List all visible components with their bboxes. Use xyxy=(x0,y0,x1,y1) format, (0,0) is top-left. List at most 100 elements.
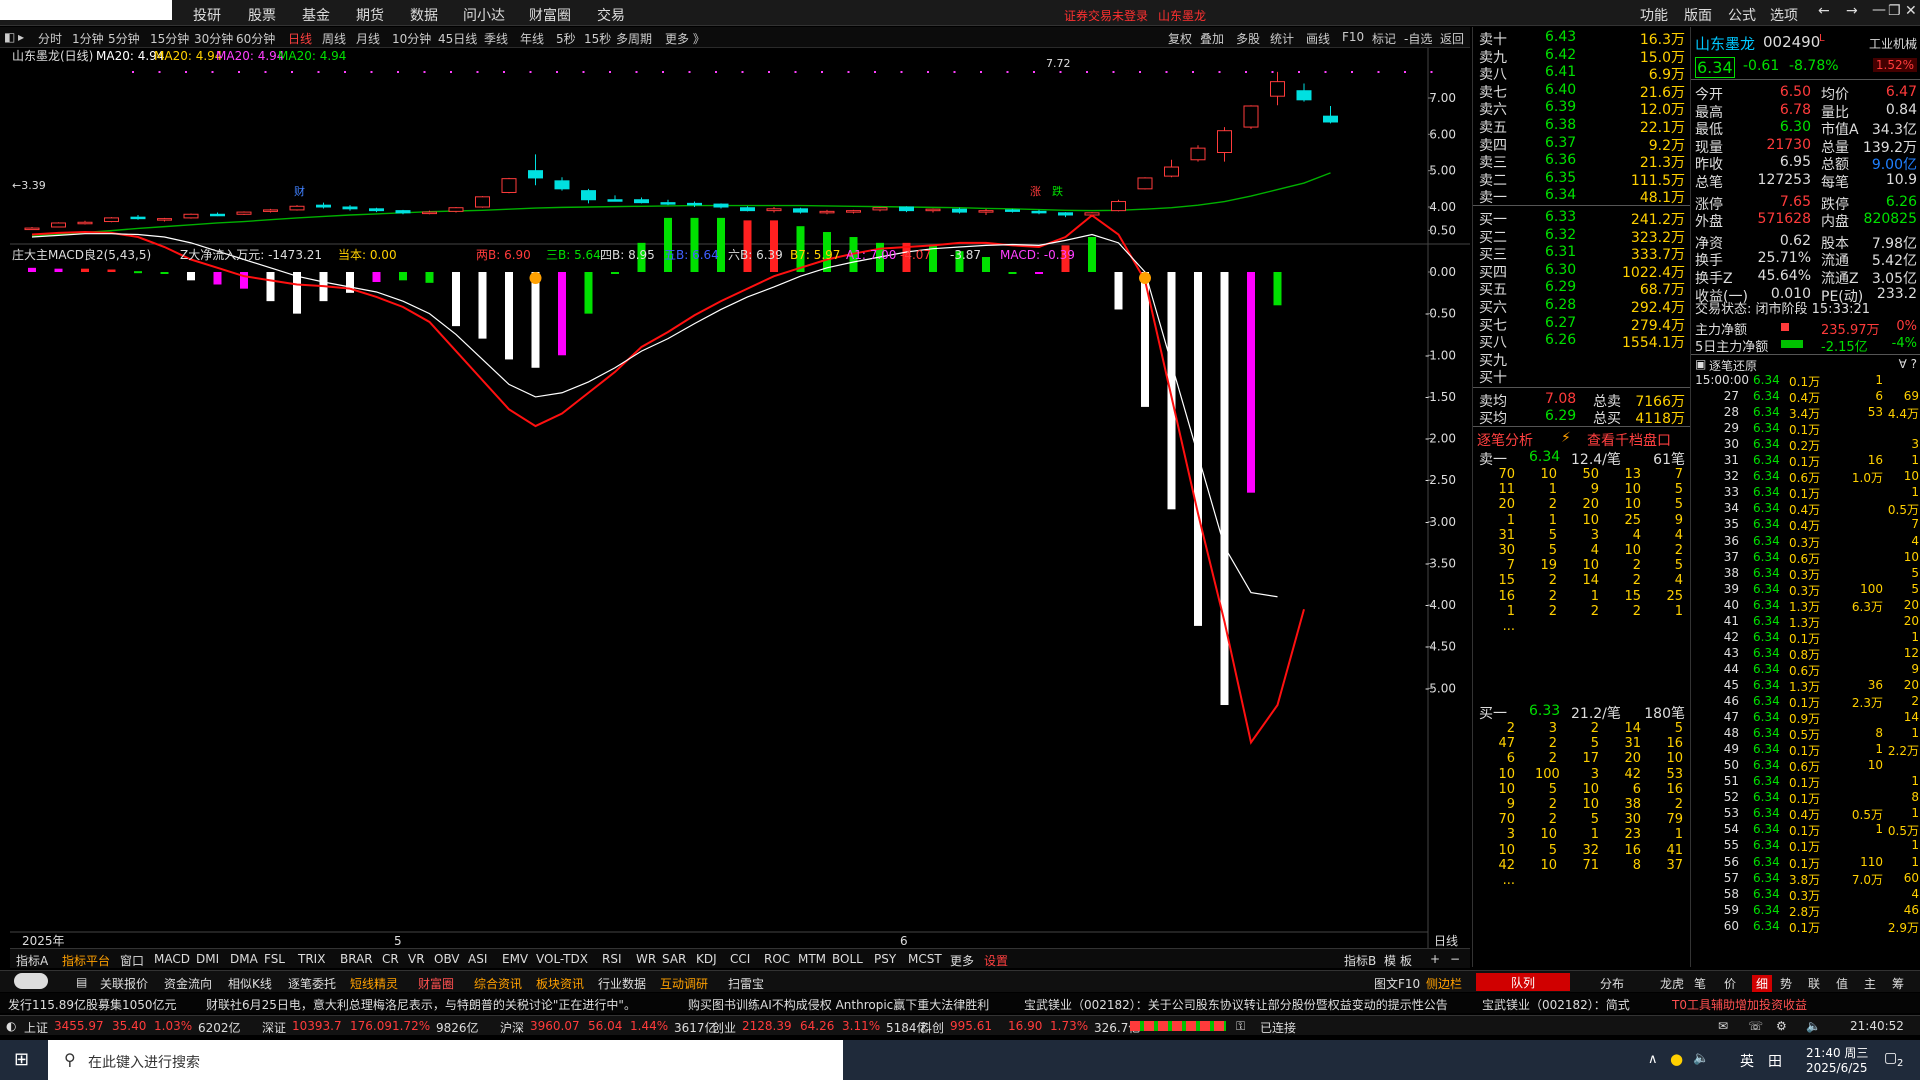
indicator-tab[interactable]: WR xyxy=(636,952,656,966)
chart-tool-button[interactable]: 返回 xyxy=(1440,30,1464,47)
tick-analysis-link[interactable]: 逐笔分析 xyxy=(1477,430,1533,450)
indicator-tab[interactable]: MCST xyxy=(908,952,942,966)
indicator-tab[interactable]: DMI xyxy=(196,952,219,966)
news-item[interactable]: 发行115.89亿股募集1050亿元 xyxy=(8,996,177,1013)
ask-level[interactable]: 卖八 6.41 6.9万 xyxy=(1473,64,1691,83)
indicator-right-control[interactable]: 板 xyxy=(1400,952,1412,969)
indicator-tab[interactable]: 指标平台 xyxy=(62,952,110,969)
menu-function[interactable]: 功能 xyxy=(1640,5,1668,25)
sidebar-button[interactable]: 侧边栏 xyxy=(1426,975,1462,992)
menu-wealth[interactable]: 财富圈 xyxy=(529,5,571,25)
bid-level[interactable]: 买九 xyxy=(1473,350,1691,369)
news-item[interactable]: 宝武镁业（002182）：简式 xyxy=(1482,996,1630,1013)
period-tab[interactable]: 日线 xyxy=(288,30,312,47)
tray-chevron-icon[interactable]: ∧ xyxy=(1648,1052,1658,1067)
panel-tab-dragon[interactable]: 龙虎 xyxy=(1660,975,1684,992)
ask-level[interactable]: 卖十 6.43 16.3万 xyxy=(1473,29,1691,48)
menu-options[interactable]: 选项 xyxy=(1770,5,1798,25)
detail-tab[interactable]: 值 xyxy=(1836,975,1848,992)
indicator-tab[interactable]: CCI xyxy=(730,952,750,966)
period-tab[interactable]: 周线 xyxy=(322,30,346,47)
bottom-tab[interactable]: 扫雷宝 xyxy=(728,975,764,992)
period-tab[interactable]: 30分钟 xyxy=(194,30,233,47)
collapse-icon[interactable]: ▸ xyxy=(18,30,24,44)
indicator-tab[interactable]: RSI xyxy=(602,952,622,966)
menu-layout[interactable]: 版面 xyxy=(1684,5,1712,25)
news-item[interactable]: 宝武镁业（002182）：关于公司股东协议转让部分股份暨权益变动的提示性公告 xyxy=(1024,996,1448,1013)
bid-level[interactable]: 买八 6.26 1554.1万 xyxy=(1473,332,1691,351)
menu-futures[interactable]: 期货 xyxy=(356,5,384,25)
sector-label[interactable]: 工业机械 xyxy=(1869,35,1917,52)
period-tab[interactable]: 多周期 xyxy=(616,30,652,47)
bid-level[interactable]: 买三 6.31 333.7万 xyxy=(1473,244,1691,263)
ask-level[interactable]: 卖四 6.37 9.2万 xyxy=(1473,135,1691,154)
indicator-tab[interactable]: CR xyxy=(382,952,399,966)
detail-tab[interactable]: 主 xyxy=(1864,975,1876,992)
menu-stocks[interactable]: 股票 xyxy=(248,5,276,25)
indicator-tab[interactable]: FSL xyxy=(264,952,285,966)
bottom-tab[interactable]: 综合资讯 xyxy=(474,975,522,992)
indicator-tab[interactable]: 窗口 xyxy=(120,952,144,969)
indicator-right-control[interactable]: + xyxy=(1430,952,1440,966)
back-arrow-icon[interactable]: ← xyxy=(1818,3,1830,19)
indicator-tab[interactable]: SAR xyxy=(662,952,686,966)
menu-trade[interactable]: 交易 xyxy=(597,5,625,25)
settings-icon[interactable]: ⚙ xyxy=(1776,1019,1787,1033)
buy-signal-icon[interactable] xyxy=(1139,272,1151,284)
mail-icon[interactable]: ✉ xyxy=(1718,1019,1728,1033)
ime-icon[interactable]: 田 xyxy=(1768,1051,1782,1071)
ask-level[interactable]: 卖三 6.36 21.3万 xyxy=(1473,152,1691,171)
chart-tool-button[interactable]: 多股 xyxy=(1236,30,1260,47)
toggle-switch[interactable] xyxy=(14,973,48,989)
period-tab[interactable]: 5秒 xyxy=(556,30,576,47)
indicator-tab[interactable]: ASI xyxy=(468,952,487,966)
indicator-tab[interactable]: EMV xyxy=(502,952,528,966)
period-tab[interactable]: 分时 xyxy=(38,30,62,47)
detail-tab[interactable]: 势 xyxy=(1780,975,1792,992)
indicator-tab[interactable]: OBV xyxy=(434,952,460,966)
indicator-tab[interactable]: KDJ xyxy=(696,952,717,966)
ask-level[interactable]: 卖七 6.40 21.6万 xyxy=(1473,82,1691,101)
f10-button[interactable]: 图文F10 xyxy=(1374,975,1420,992)
windows-start-icon[interactable]: ⊞ xyxy=(14,1049,29,1070)
period-tab[interactable]: 更多 》 xyxy=(665,30,705,47)
indicator-tab[interactable]: 设置 xyxy=(984,952,1008,969)
finance-badge[interactable]: 财 xyxy=(294,184,305,198)
bottom-tab[interactable]: 资金流向 xyxy=(164,975,212,992)
bottom-tab[interactable]: 逐笔委托 xyxy=(288,975,336,992)
bid-level[interactable]: 买二 6.32 323.2万 xyxy=(1473,227,1691,246)
input-language[interactable]: 英 xyxy=(1740,1051,1754,1071)
ask-level[interactable]: 卖二 6.35 111.5万 xyxy=(1473,170,1691,189)
tray-app-icon[interactable]: ● xyxy=(1670,1050,1683,1068)
grid-icon[interactable]: ▤ xyxy=(76,975,87,989)
indicator-tab[interactable]: MACD xyxy=(154,952,190,966)
indicator-tab[interactable]: 更多 xyxy=(950,952,974,969)
ask-level[interactable]: 卖一 6.34 48.1万 xyxy=(1473,187,1691,206)
indicator-tab[interactable]: VR xyxy=(408,952,425,966)
period-tab[interactable]: 年线 xyxy=(520,30,544,47)
sidebar-toggle-icon[interactable]: ◧ xyxy=(4,30,15,44)
chart-tool-button[interactable]: 复权 xyxy=(1168,30,1192,47)
detail-tab[interactable]: 价 xyxy=(1724,975,1736,992)
taskbar-time[interactable]: 21:40 周三 xyxy=(1806,1044,1868,1061)
chart-tool-button[interactable]: 标记 xyxy=(1372,30,1396,47)
indicator-tab[interactable]: ROC xyxy=(764,952,790,966)
news-item[interactable]: 财联社6月25日电，意大利总理梅洛尼表示，与特朗普的关税讨论"正在进行中"。 xyxy=(206,996,636,1013)
bid-level[interactable]: 买一 6.33 241.2万 xyxy=(1473,209,1691,228)
index-name[interactable]: 上证 xyxy=(24,1019,48,1036)
bid-level[interactable]: 买五 6.29 68.7万 xyxy=(1473,279,1691,298)
period-tab[interactable]: 5分钟 xyxy=(108,30,140,47)
close-icon[interactable]: ✕ xyxy=(1905,3,1917,19)
chart-tool-button[interactable]: 叠加 xyxy=(1200,30,1224,47)
view-1000-levels-link[interactable]: 查看千档盘口 xyxy=(1587,430,1671,450)
ask-level[interactable]: 卖六 6.39 12.0万 xyxy=(1473,99,1691,118)
index-name[interactable]: 沪深 xyxy=(500,1019,524,1036)
chart-tool-button[interactable]: F10 xyxy=(1342,30,1364,44)
bottom-tab[interactable]: 互动调研 xyxy=(660,975,708,992)
detail-tab[interactable]: 筹 xyxy=(1892,975,1904,992)
indicator-right-control[interactable]: 指标B xyxy=(1344,952,1376,969)
indicator-right-control[interactable]: 模 xyxy=(1384,952,1396,969)
news-item[interactable]: 购买图书训练AI不构成侵权 Anthropic赢下重大法律胜利 xyxy=(688,996,989,1013)
restore-icon[interactable]: ❐ xyxy=(1888,3,1901,19)
news-ticker[interactable]: 发行115.89亿股募集1050亿元 财联社6月25日电，意大利总理梅洛尼表示，… xyxy=(0,993,1920,1013)
